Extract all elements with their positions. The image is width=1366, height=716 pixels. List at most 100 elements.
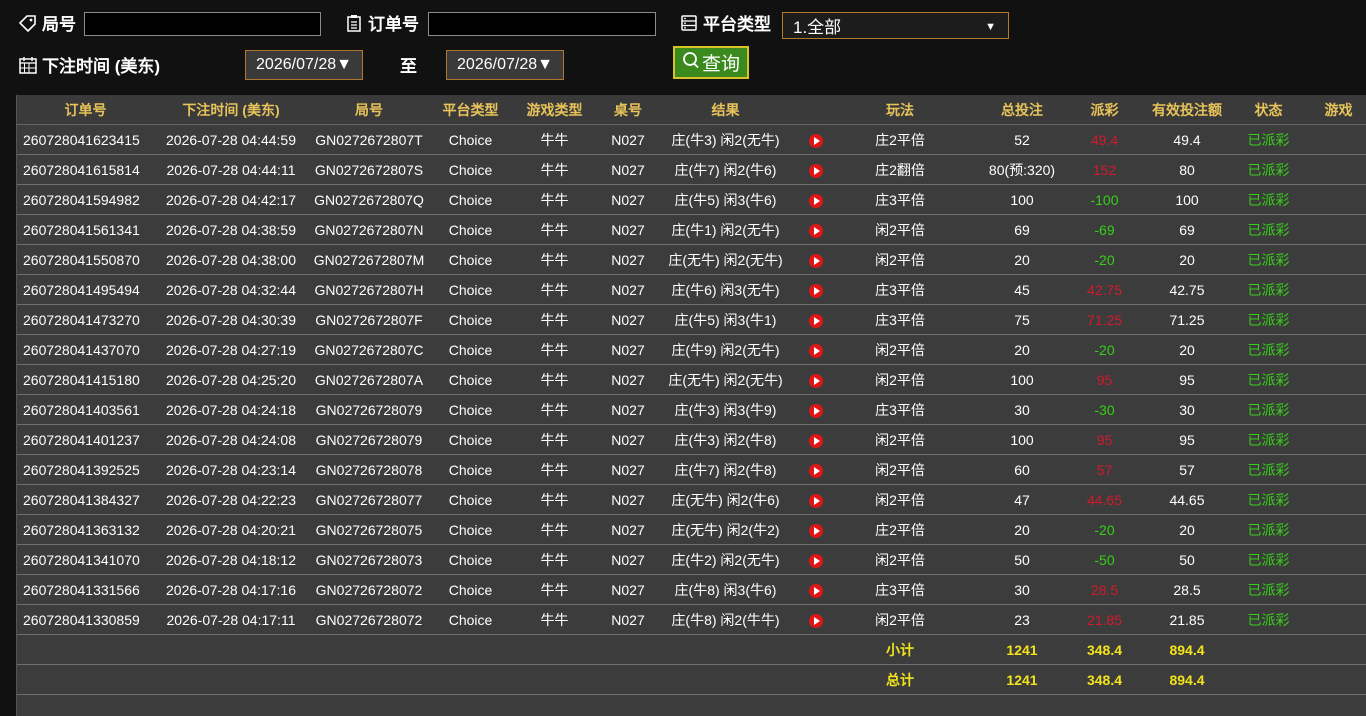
round-id-cell: GN0272672807S <box>308 154 430 185</box>
round-id-cell: GN0272672807N <box>308 214 430 245</box>
order-input[interactable] <box>428 12 656 36</box>
date-from-picker[interactable]: 2026/07/28▼ <box>245 50 363 80</box>
to-label: 至 <box>400 57 417 76</box>
play-icon[interactable] <box>808 373 823 388</box>
table-no-cell: N027 <box>598 184 658 215</box>
valid-bet-cell: 49.4 <box>1127 124 1247 155</box>
summary-payout: 348.4 <box>1082 664 1127 695</box>
play-type-cell: 庄2平倍 <box>838 124 962 155</box>
bet-time-cell: 2026-07-28 04:24:18 <box>154 394 308 425</box>
platform-cell: Choice <box>430 484 511 515</box>
total-bet-cell: 100 <box>962 424 1082 455</box>
summary-valid-bet: 894.4 <box>1127 664 1247 695</box>
table-no-cell: N027 <box>598 604 658 635</box>
order-id-cell: 260728041615814 <box>17 154 154 185</box>
payout-cell: 57 <box>1082 454 1127 485</box>
valid-bet-cell: 21.85 <box>1127 604 1247 635</box>
column-header: 派彩 <box>1082 95 1127 125</box>
table-row: 260728041561341 2026-07-28 04:38:59 GN0272… <box>17 214 1366 245</box>
order-id-cell: 260728041401237 <box>17 424 154 455</box>
bet-time-cell: 2026-07-28 04:38:00 <box>154 244 308 275</box>
play-icon[interactable] <box>808 133 823 148</box>
bet-time-cell: 2026-07-28 04:23:14 <box>154 454 308 485</box>
summary-valid-bet: 894.4 <box>1127 634 1247 665</box>
table-row: 260728041331566 2026-07-28 04:17:16 GN0272… <box>17 574 1366 605</box>
valid-bet-cell: 50 <box>1127 544 1247 575</box>
status-cell: 已派彩 <box>1247 604 1290 635</box>
game-type-cell: 牛牛 <box>511 484 598 515</box>
order-id-cell: 260728041594982 <box>17 184 154 215</box>
summary-total-bet: 1241 <box>962 634 1082 665</box>
play-icon[interactable] <box>808 583 823 598</box>
play-icon[interactable] <box>808 343 823 358</box>
play-icon[interactable] <box>808 313 823 328</box>
replay-cell <box>793 484 838 515</box>
payout-cell: -20 <box>1082 244 1127 275</box>
play-icon[interactable] <box>808 463 823 478</box>
bet-time-cell: 2026-07-28 04:17:11 <box>154 604 308 635</box>
play-icon[interactable] <box>808 253 823 268</box>
valid-bet-cell: 69 <box>1127 214 1247 245</box>
replay-cell <box>793 604 838 635</box>
game-type-cell: 牛牛 <box>511 514 598 545</box>
round-id-cell: GN02726728077 <box>308 484 430 515</box>
bet-time-cell: 2026-07-28 04:44:11 <box>154 154 308 185</box>
status-cell: 已派彩 <box>1247 364 1290 395</box>
table-no-cell: N027 <box>598 514 658 545</box>
play-icon[interactable] <box>808 223 823 238</box>
order-id-cell: 260728041473270 <box>17 304 154 335</box>
platform-cell: Choice <box>430 274 511 305</box>
play-type-cell: 庄2平倍 <box>838 514 962 545</box>
round-id-cell: GN0272672807C <box>308 334 430 365</box>
play-type-cell: 庄3平倍 <box>838 274 962 305</box>
column-header: 状态 <box>1247 95 1290 125</box>
column-header <box>793 95 838 125</box>
total-bet-cell: 75 <box>962 304 1082 335</box>
table-header-row: 订单号 下注时间 (美东) 局号 平台类型 游戏类型 桌号 结果 玩法 总投注 派彩 有效投注额 状态… <box>17 95 1366 125</box>
summary-payout: 348.4 <box>1082 634 1127 665</box>
status-cell: 已派彩 <box>1247 274 1290 305</box>
result-cell: 庄(牛7) 闲2(牛6) <box>658 154 793 185</box>
valid-bet-cell: 95 <box>1127 364 1247 395</box>
table-no-cell: N027 <box>598 274 658 305</box>
status-cell: 已派彩 <box>1247 424 1290 455</box>
result-cell: 庄(牛3) 闲2(牛8) <box>658 424 793 455</box>
column-header: 平台类型 <box>430 95 511 125</box>
play-icon[interactable] <box>808 613 823 628</box>
replay-cell <box>793 124 838 155</box>
column-header: 结果 <box>658 95 793 125</box>
date-to-picker[interactable]: 2026/07/28▼ <box>446 50 564 80</box>
game-type-cell: 牛牛 <box>511 244 598 275</box>
play-icon[interactable] <box>808 493 823 508</box>
status-cell: 已派彩 <box>1247 304 1290 335</box>
play-icon[interactable] <box>808 163 823 178</box>
order-id-cell: 260728041363132 <box>17 514 154 545</box>
play-icon[interactable] <box>808 433 823 448</box>
replay-cell <box>793 514 838 545</box>
order-id-cell: 260728041623415 <box>17 124 154 155</box>
replay-cell <box>793 364 838 395</box>
platform-cell: Choice <box>430 124 511 155</box>
game-type-cell: 牛牛 <box>511 184 598 215</box>
table-row: 260728041615814 2026-07-28 04:44:11 GN0272… <box>17 154 1366 185</box>
payout-cell: -100 <box>1082 184 1127 215</box>
table-no-cell: N027 <box>598 304 658 335</box>
play-icon[interactable] <box>808 193 823 208</box>
play-icon[interactable] <box>808 553 823 568</box>
column-header: 总投注 <box>962 95 1082 125</box>
replay-cell <box>793 334 838 365</box>
play-icon[interactable] <box>808 403 823 418</box>
play-icon[interactable] <box>808 523 823 538</box>
round-input[interactable] <box>84 12 321 36</box>
table-row: 260728041550870 2026-07-28 04:38:00 GN0272… <box>17 244 1366 275</box>
play-icon[interactable] <box>808 283 823 298</box>
order-id-cell: 260728041330859 <box>17 604 154 635</box>
play-type-cell: 闲2平倍 <box>838 424 962 455</box>
extra-cell <box>1290 454 1366 485</box>
query-button[interactable]: 查询 <box>673 46 749 79</box>
platform-select[interactable]: 1.全部 ▼ <box>782 12 1009 39</box>
total-bet-cell: 52 <box>962 124 1082 155</box>
payout-cell: 152 <box>1082 154 1127 185</box>
extra-cell <box>1290 304 1366 335</box>
total-bet-cell: 80(预:320) <box>962 154 1082 185</box>
